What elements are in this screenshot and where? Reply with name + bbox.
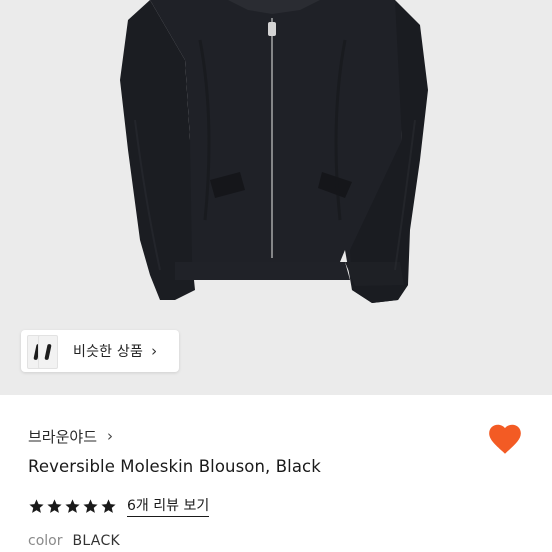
thumbnail-card <box>38 335 58 369</box>
color-value: BLACK <box>72 533 120 549</box>
star-icon <box>83 498 98 513</box>
color-label: color <box>28 533 63 549</box>
review-link[interactable]: 6개 리뷰 보기 <box>127 495 210 517</box>
star-icon <box>101 498 116 513</box>
chevron-right-icon: › <box>151 342 158 360</box>
chevron-right-icon: › <box>107 427 114 445</box>
product-image[interactable]: 비슷한 상품 › <box>0 0 552 395</box>
star-icon <box>65 498 80 513</box>
similar-products-label: 비슷한 상품 <box>73 344 144 360</box>
similar-products-button[interactable]: 비슷한 상품 › <box>21 330 179 372</box>
product-title: Reversible Moleskin Blouson, Black <box>28 457 321 476</box>
rating-row: 6개 리뷰 보기 <box>28 494 210 518</box>
star-rating <box>28 498 117 515</box>
brand-name: 브라운야드 <box>28 427 98 446</box>
star-icon <box>29 498 44 513</box>
similar-products-thumbnail <box>25 334 59 369</box>
star-icon <box>47 498 62 513</box>
brand-link[interactable]: 브라운야드 › <box>28 424 113 448</box>
color-row: color BLACK <box>28 533 120 549</box>
heart-icon[interactable] <box>486 420 524 458</box>
